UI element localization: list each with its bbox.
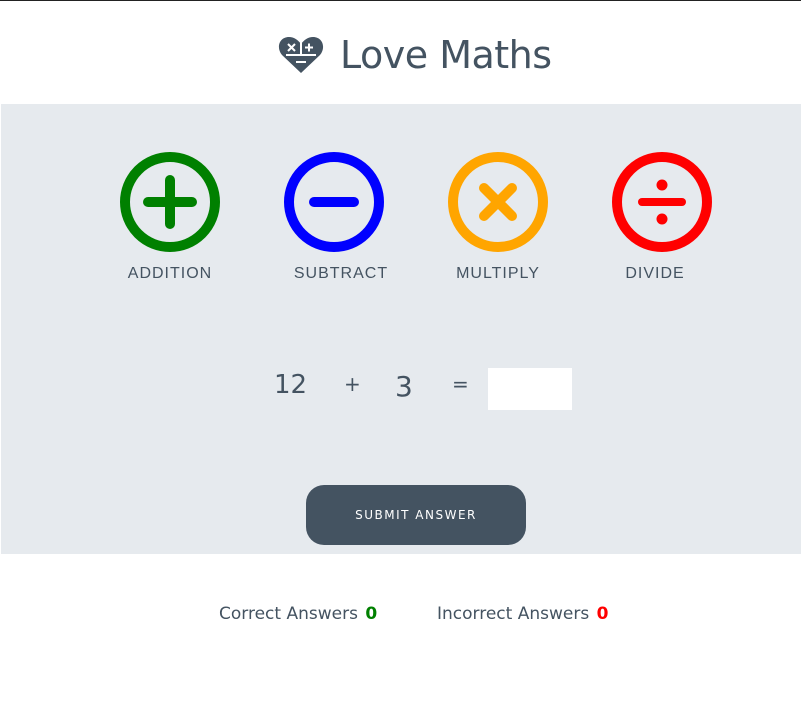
app-header: Love Maths [0, 0, 801, 104]
heart-calculator-icon [278, 35, 324, 75]
divide-button[interactable]: DIVIDE [592, 152, 732, 292]
operator: + [344, 372, 361, 396]
brand: Love Maths [278, 28, 552, 82]
score-area: Correct Answers 0 Incorrect Answers 0 [0, 554, 801, 707]
subtract-label: SUBTRACT [293, 265, 389, 282]
operand-1: 12 [274, 370, 308, 400]
question-row: 12 + 3 = [1, 368, 801, 410]
divide-label: DIVIDE [625, 265, 685, 282]
correct-score-value: 0 [365, 604, 378, 624]
incorrect-score-label: Incorrect Answers [437, 604, 590, 624]
incorrect-score-value: 0 [596, 604, 609, 624]
game-area: ADDITION SUBTRACT MULTIPLY DIVIDE 12 + 3… [1, 104, 801, 554]
correct-score: Correct Answers 0 [219, 604, 377, 624]
incorrect-score: Incorrect Answers 0 [437, 604, 608, 624]
equals-sign: = [452, 372, 469, 396]
answer-input[interactable] [488, 368, 572, 410]
multiply-button[interactable]: MULTIPLY [428, 152, 568, 292]
multiply-label: MULTIPLY [456, 265, 540, 282]
correct-score-label: Correct Answers [219, 604, 358, 624]
addition-button[interactable]: ADDITION [100, 152, 240, 292]
operand-2: 3 [395, 370, 413, 403]
submit-answer-button[interactable]: SUBMIT ANSWER [306, 485, 526, 545]
subtract-button[interactable]: SUBTRACT [264, 152, 404, 292]
addition-label: ADDITION [127, 265, 213, 282]
page-title: Love Maths [340, 33, 552, 77]
